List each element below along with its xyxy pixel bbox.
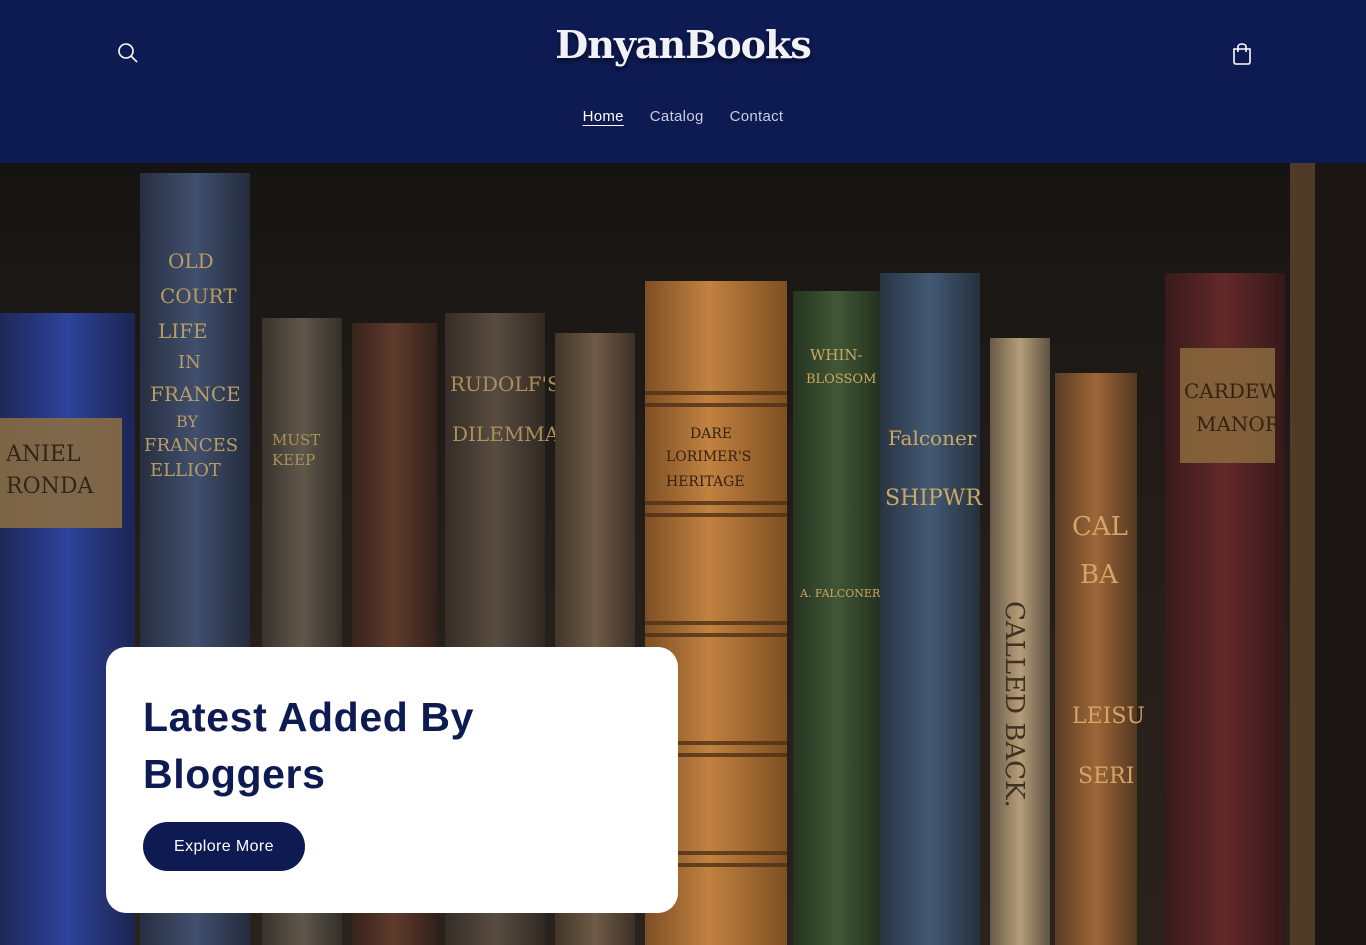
nav-item-home[interactable]: Home xyxy=(583,108,624,125)
hero-banner: ANIEL RONDA OLD COURT LIFE IN FRANCE BY … xyxy=(0,163,1366,945)
site-logo: DnyanBooks xyxy=(0,22,1366,67)
hero-heading: Latest Added By Bloggers xyxy=(143,694,474,797)
logo-link[interactable]: DnyanBooks xyxy=(555,22,811,67)
nav-item-contact[interactable]: Contact xyxy=(730,108,784,125)
shopping-bag-icon xyxy=(1233,43,1251,65)
site-header: DnyanBooks Home Catalog Contact xyxy=(0,0,1366,163)
main-nav: Home Catalog Contact xyxy=(0,108,1366,125)
explore-more-button[interactable]: Explore More xyxy=(143,822,305,871)
hero-card: Latest Added By Bloggers Explore More xyxy=(106,647,678,913)
nav-item-catalog[interactable]: Catalog xyxy=(650,108,704,125)
cart-button[interactable] xyxy=(1222,34,1262,74)
